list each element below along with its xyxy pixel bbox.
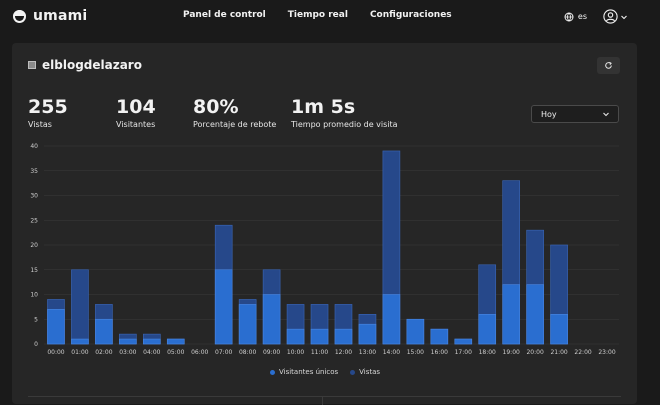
bar-unique-visitors	[286, 328, 305, 345]
x-tick-label: 17:00	[455, 349, 472, 356]
bar-unique-visitors	[262, 294, 281, 345]
bar-unique-visitors	[454, 338, 473, 345]
chevron-down-icon	[621, 15, 627, 19]
x-tick-label: 04:00	[143, 349, 160, 356]
y-tick-label: 20	[30, 242, 38, 249]
theme-toggle-moon-icon[interactable]	[536, 10, 548, 24]
top-navigation-bar: umami Panel de control Tiempo real Confi…	[0, 0, 660, 34]
x-tick-label: 12:00	[335, 349, 352, 356]
legend-swatch	[350, 369, 356, 375]
x-tick-label: 06:00	[191, 349, 208, 356]
main-nav: Panel de control Tiempo real Configuraci…	[183, 10, 452, 20]
bar-unique-visitors	[382, 294, 401, 345]
bar-unique-visitors	[238, 304, 257, 345]
x-tick-label: 03:00	[119, 349, 136, 356]
x-tick-label: 22:00	[574, 349, 591, 356]
bar-unique-visitors	[334, 328, 353, 345]
umami-logo-icon	[13, 9, 26, 23]
bar-unique-visitors	[550, 313, 568, 345]
x-tick-label: 08:00	[239, 349, 256, 356]
x-tick-label: 19:00	[503, 349, 520, 356]
bar-unique-visitors	[47, 309, 65, 345]
x-tick-label: 11:00	[311, 349, 328, 356]
bar-unique-visitors	[406, 318, 425, 345]
pageviews-bar-chart: 0 5 10 15 20 25 30 35 40 00:00 01:00 02:00 03:00 04:0…	[30, 143, 619, 356]
nav-realtime[interactable]: Tiempo real	[288, 10, 348, 20]
bar-unique-visitors	[166, 338, 185, 345]
y-tick-label: 15	[30, 267, 38, 274]
bar-unique-visitors	[358, 323, 377, 345]
bar-unique-visitors	[502, 284, 520, 345]
app-logo[interactable]: umami	[13, 8, 87, 24]
legend-item-unique[interactable]: Visitantes únicos	[270, 368, 338, 376]
bar-unique-visitors	[95, 318, 113, 345]
x-tick-label: 00:00	[47, 349, 64, 356]
bar-unique-visitors	[143, 338, 161, 345]
x-tick-label: 14:00	[383, 349, 400, 356]
user-menu[interactable]	[603, 9, 628, 24]
nav-settings[interactable]: Configuraciones	[370, 10, 452, 20]
x-tick-label: 23:00	[598, 349, 615, 356]
x-tick-label: 18:00	[479, 349, 496, 356]
legend-label: Visitantes únicos	[279, 368, 339, 376]
x-tick-label: 05:00	[167, 349, 184, 356]
language-selector[interactable]: es	[564, 12, 587, 22]
bar-unique-visitors	[119, 338, 137, 345]
y-tick-label: 35	[30, 168, 38, 175]
x-tick-label: 07:00	[215, 349, 232, 356]
language-code: es	[577, 12, 587, 21]
x-tick-label: 20:00	[526, 349, 543, 356]
y-tick-label: 0	[34, 341, 38, 348]
header-tools: es	[536, 9, 628, 24]
globe-icon	[564, 12, 574, 21]
nav-dashboard[interactable]: Panel de control	[183, 10, 266, 20]
bar-unique-visitors	[526, 284, 544, 345]
bar-views	[71, 269, 89, 345]
bar-unique-visitors	[310, 328, 329, 345]
website-stats-panel: elblogdelazaro 255 Vistas 104 Visitantes…	[12, 43, 637, 405]
x-tick-label: 13:00	[359, 349, 376, 356]
app-name: umami	[33, 8, 88, 24]
chart-legend: Visitantes únicos Vistas	[270, 368, 380, 376]
x-tick-label: 09:00	[263, 349, 280, 356]
y-tick-label: 25	[30, 217, 38, 224]
y-tick-label: 5	[34, 316, 38, 323]
bar-unique-visitors	[430, 328, 449, 345]
bar-unique-visitors	[214, 269, 233, 345]
bar-unique-visitors	[478, 313, 497, 345]
x-tick-label: 02:00	[95, 349, 112, 356]
y-tick-label: 10	[30, 292, 38, 299]
x-tick-label: 21:00	[550, 349, 567, 356]
legend-item-views[interactable]: Vistas	[350, 368, 380, 376]
x-tick-label: 16:00	[431, 349, 448, 356]
legend-swatch	[270, 369, 275, 375]
y-tick-label: 30	[30, 193, 38, 200]
bar-unique-visitors	[71, 338, 89, 345]
y-tick-label: 40	[30, 143, 38, 150]
x-tick-label: 10:00	[287, 349, 304, 356]
legend-label: Vistas	[359, 368, 381, 376]
x-tick-label: 01:00	[71, 349, 88, 356]
x-tick-label: 15:00	[407, 349, 424, 356]
user-avatar-icon	[603, 9, 618, 24]
